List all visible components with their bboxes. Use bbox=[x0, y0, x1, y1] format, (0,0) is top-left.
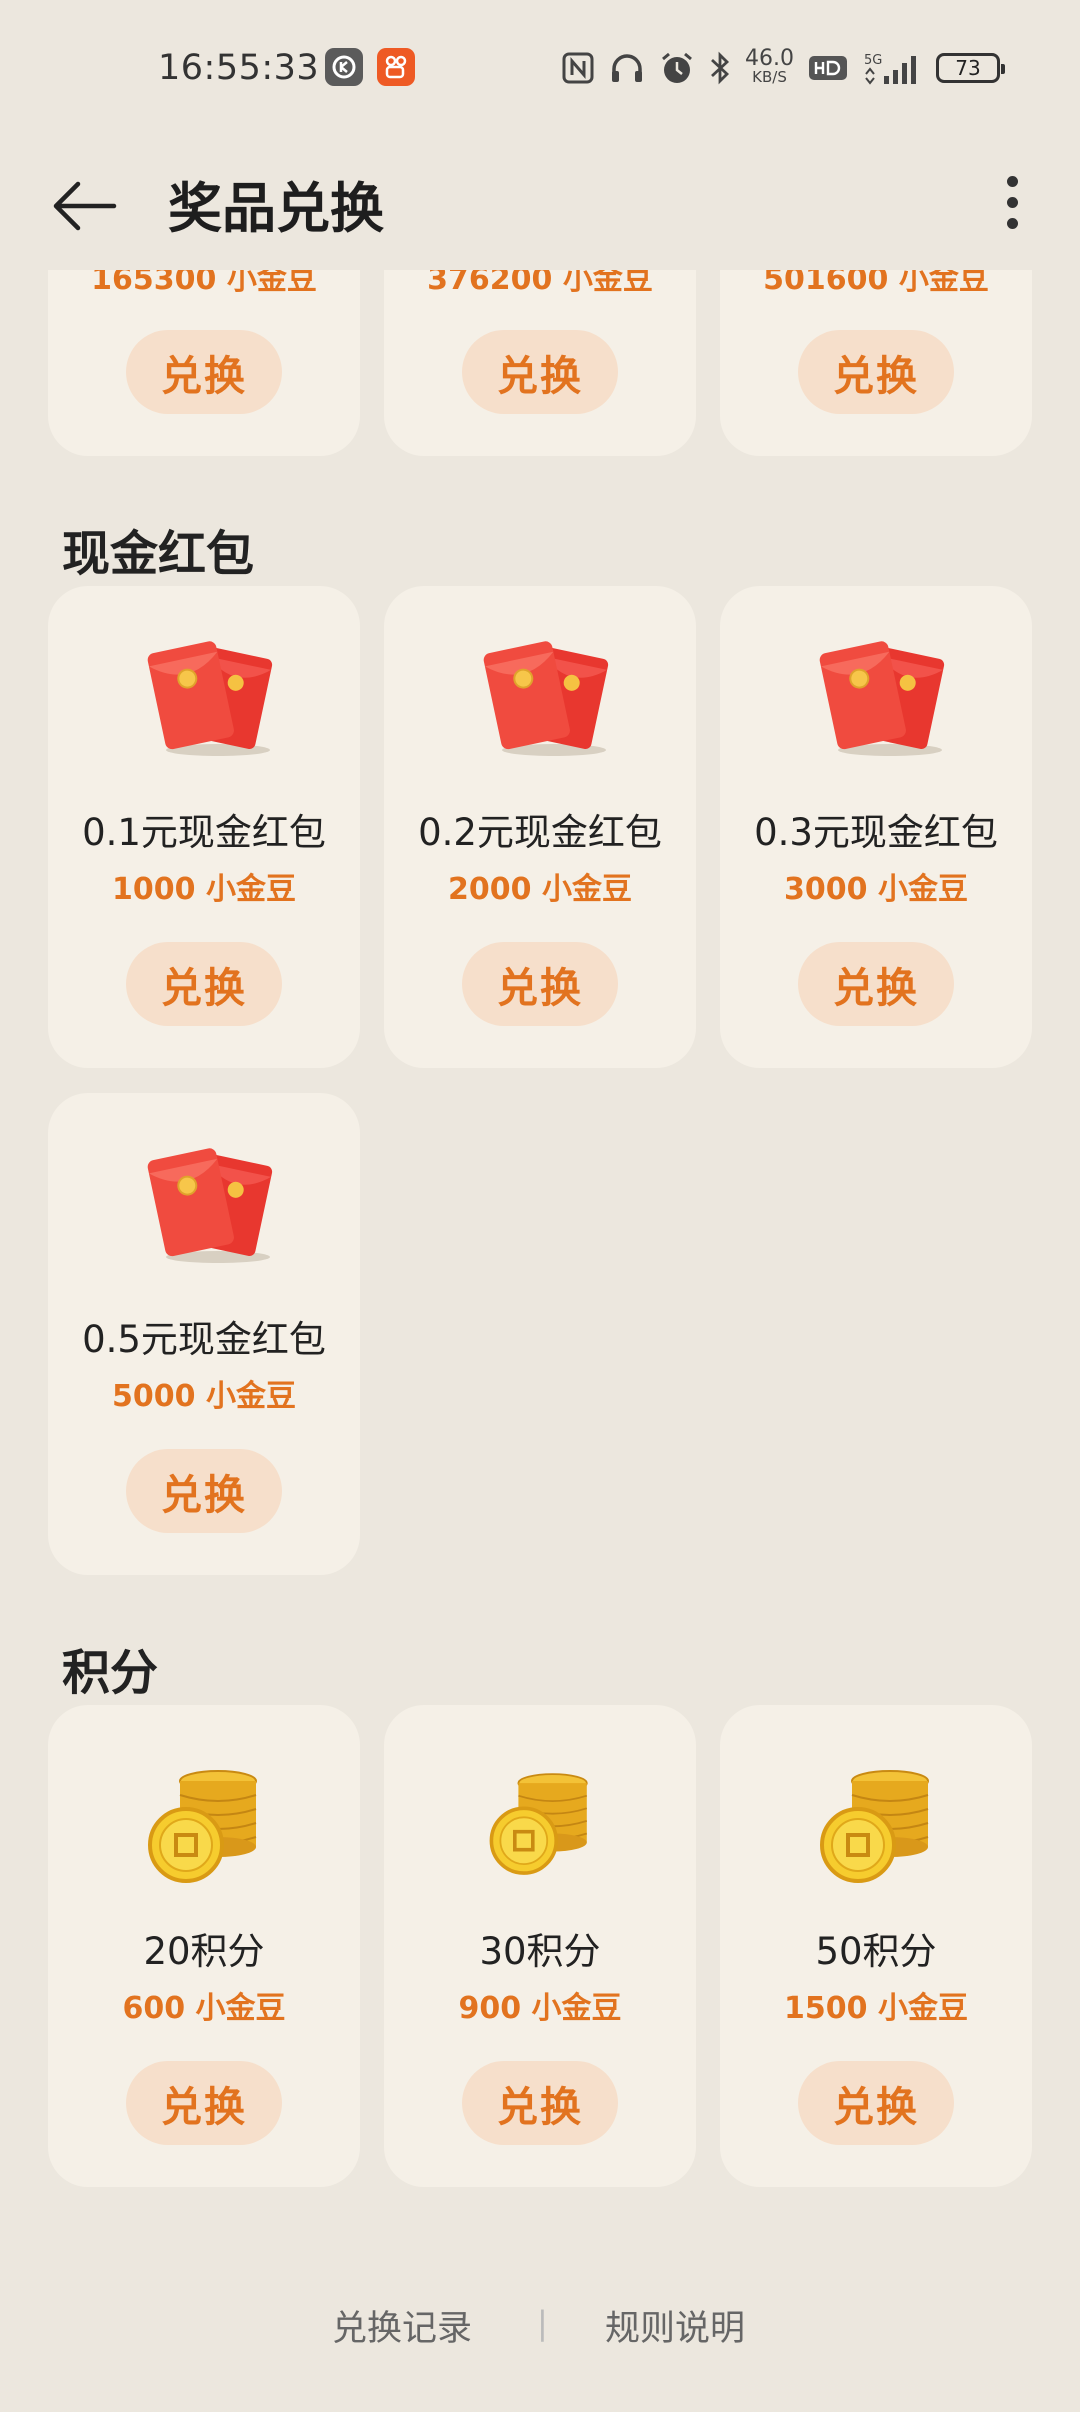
gold-coins-icon bbox=[384, 1761, 696, 1879]
net-speed-unit: KB/S bbox=[752, 68, 787, 86]
status-time: 16:55:33 bbox=[158, 48, 320, 88]
hd-icon bbox=[809, 56, 847, 80]
status-indicators: 46.0 KB/S 5G 73 bbox=[561, 46, 1005, 90]
exchange-button[interactable]: 兑换 bbox=[126, 942, 282, 1026]
exchange-button[interactable]: 兑换 bbox=[462, 942, 618, 1026]
gold-coins-icon bbox=[48, 1759, 360, 1885]
section-title-cash: 现金红包 bbox=[62, 526, 255, 582]
more-dot-icon bbox=[1006, 218, 1018, 229]
exchange-records-link[interactable]: 兑换记录 bbox=[332, 2300, 472, 2351]
back-button[interactable] bbox=[48, 170, 120, 242]
prize-name: 0.3元现金红包 bbox=[754, 811, 998, 854]
net-speed: 46.0 KB/S bbox=[745, 46, 794, 87]
bluetooth-icon bbox=[711, 51, 730, 85]
prize-price: 900 小金豆 bbox=[458, 1991, 622, 2026]
prize-card[interactable]: 0.1元现金红包 1000 小金豆 兑换 bbox=[48, 586, 360, 1068]
prize-card[interactable]: 20积分 600 小金豆 兑换 bbox=[48, 1705, 360, 2187]
exchange-button[interactable]: 兑换 bbox=[798, 330, 954, 414]
prize-card[interactable]: 0.2元现金红包 2000 小金豆 兑换 bbox=[384, 586, 696, 1068]
exchange-button[interactable]: 兑换 bbox=[798, 942, 954, 1026]
exchange-button[interactable]: 兑换 bbox=[126, 1449, 282, 1533]
prize-price: 2000 小金豆 bbox=[448, 872, 632, 907]
footer-links: 兑换记录 | 规则说明 bbox=[0, 2290, 1080, 2360]
red-envelope-icon bbox=[48, 638, 360, 760]
page-title: 奖品兑换 bbox=[168, 177, 384, 240]
prize-name: 0.5元现金红包 bbox=[82, 1318, 326, 1361]
rules-link[interactable]: 规则说明 bbox=[605, 2300, 745, 2351]
exchange-button[interactable]: 兑换 bbox=[462, 330, 618, 414]
prize-price: 5000 小金豆 bbox=[112, 1379, 296, 1414]
prize-card[interactable]: 30积分 900 小金豆 兑换 bbox=[384, 1705, 696, 2187]
prize-name: 0.1元现金红包 bbox=[82, 811, 326, 854]
headphones-icon bbox=[612, 54, 643, 82]
exchange-button[interactable]: 兑换 bbox=[126, 330, 282, 414]
gold-coins-icon bbox=[720, 1759, 1032, 1885]
prize-price: 1000 小金豆 bbox=[112, 872, 296, 907]
red-envelope-icon bbox=[48, 1145, 360, 1267]
prize-name: 0.2元现金红包 bbox=[418, 811, 662, 854]
more-options-button[interactable] bbox=[984, 166, 1040, 242]
exchange-button[interactable]: 兑换 bbox=[798, 2061, 954, 2145]
content-scroll[interactable]: 165300 小金豆 兑换 376200 小金豆 兑换 501600 小金豆 兑… bbox=[0, 0, 1080, 2412]
svg-text:5G: 5G bbox=[864, 53, 882, 68]
prize-price: 600 小金豆 bbox=[122, 1991, 286, 2026]
screen: 165300 小金豆 兑换 376200 小金豆 兑换 501600 小金豆 兑… bbox=[0, 0, 1080, 2412]
prize-price: 3000 小金豆 bbox=[784, 872, 968, 907]
more-dot-icon bbox=[1006, 176, 1018, 187]
prize-card[interactable]: 0.3元现金红包 3000 小金豆 兑换 bbox=[720, 586, 1032, 1068]
prize-name: 30积分 bbox=[479, 1930, 601, 1973]
more-dot-icon bbox=[1006, 197, 1018, 208]
prize-price: 1500 小金豆 bbox=[784, 1991, 968, 2026]
footer-separator: | bbox=[537, 2304, 548, 2342]
exchange-button[interactable]: 兑换 bbox=[462, 2061, 618, 2145]
section-title-points: 积分 bbox=[62, 1645, 159, 1701]
exchange-button[interactable]: 兑换 bbox=[126, 2061, 282, 2145]
battery-indicator: 73 bbox=[936, 53, 1005, 83]
net-speed-value: 46.0 bbox=[745, 46, 794, 71]
5g-signal-icon: 5G bbox=[864, 53, 916, 85]
prize-name: 50积分 bbox=[815, 1930, 937, 1973]
nfc-icon bbox=[562, 52, 594, 84]
alarm-icon bbox=[662, 52, 692, 83]
notification-app-icon bbox=[325, 48, 363, 86]
back-arrow-icon bbox=[53, 181, 117, 231]
red-envelope-icon bbox=[720, 638, 1032, 760]
app-header: 奖品兑换 bbox=[0, 140, 1080, 270]
red-envelope-icon bbox=[384, 638, 696, 760]
kuaishou-app-icon bbox=[377, 48, 415, 86]
prize-card[interactable]: 0.5元现金红包 5000 小金豆 兑换 bbox=[48, 1093, 360, 1575]
prize-card[interactable]: 50积分 1500 小金豆 兑换 bbox=[720, 1705, 1032, 2187]
status-bar: 16:55:33 46.0 KB/S 5G 73 bbox=[0, 0, 1080, 140]
prize-name: 20积分 bbox=[143, 1930, 265, 1973]
